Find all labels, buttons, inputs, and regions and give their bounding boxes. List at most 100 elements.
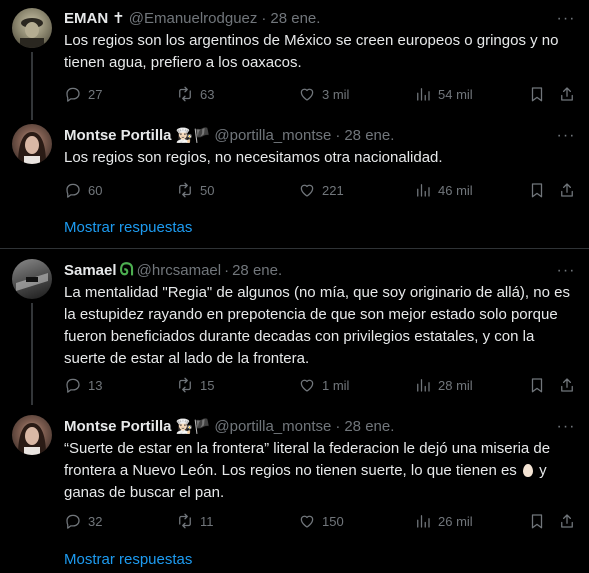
share-icon <box>561 378 573 392</box>
tweet-header: Samael ᘏ @hrcsamael · 28 ene. <box>64 260 282 280</box>
handle[interactable]: @portilla_montse <box>214 127 331 144</box>
bookmark-button[interactable] <box>528 375 546 395</box>
display-name[interactable]: Montse Portilla <box>64 127 172 144</box>
cross-badge: ✝ <box>112 10 125 27</box>
avatar[interactable] <box>12 124 52 164</box>
bookmark-icon <box>531 378 543 393</box>
thread-line <box>31 303 33 405</box>
share-button[interactable] <box>558 84 576 104</box>
profile-emoji-badge: 👩🏻‍🍳🏴 <box>175 126 211 143</box>
show-replies-link-2[interactable]: Mostrar respuestas <box>64 551 192 568</box>
handle[interactable]: @hrcsamael <box>137 262 221 279</box>
bookmark-icon <box>531 514 543 529</box>
views-button[interactable]: 26 mil <box>414 511 473 531</box>
retweet-count: 15 <box>200 377 215 393</box>
reply-count: 60 <box>88 182 103 198</box>
views-chart-icon <box>417 184 430 197</box>
tweet-text: Los regios son los argentinos de México … <box>64 32 559 71</box>
show-replies-link-1[interactable]: Mostrar respuestas <box>64 219 192 236</box>
action-bar: 13 15 1 mil 28 mil <box>64 375 576 395</box>
separator-dot: · <box>335 417 341 435</box>
heart-icon <box>300 515 314 528</box>
timestamp[interactable]: 28 ene. <box>232 262 282 279</box>
view-count: 54 mil <box>438 86 473 102</box>
like-count: 221 <box>322 182 344 198</box>
retweet-button[interactable]: 11 <box>176 511 214 531</box>
reply-count: 32 <box>88 513 103 529</box>
retweet-button[interactable]: 63 <box>176 84 214 104</box>
reply-icon <box>66 378 80 393</box>
more-options-icon[interactable]: ··· <box>555 126 577 146</box>
retweet-button[interactable]: 15 <box>176 375 214 395</box>
green-snake-badge: ᘏ <box>119 260 134 279</box>
views-chart-icon <box>417 379 430 392</box>
reply-icon <box>66 514 80 529</box>
retweet-button[interactable]: 50 <box>176 180 214 200</box>
like-button[interactable]: 221 <box>298 180 344 200</box>
retweet-count: 11 <box>200 513 214 529</box>
retweet-icon <box>179 513 191 529</box>
like-button[interactable]: 1 mil <box>298 375 349 395</box>
heart-icon <box>300 379 314 392</box>
share-icon <box>561 514 573 528</box>
views-chart-icon <box>417 515 430 528</box>
tweet-text-before: “Suerte de estar en la frontera” literal… <box>64 440 551 479</box>
reply-button[interactable]: 13 <box>64 375 102 395</box>
reply-count: 27 <box>88 86 103 102</box>
tweet-text: “Suerte de estar en la frontera” literal… <box>64 438 576 504</box>
views-button[interactable]: 54 mil <box>414 84 473 104</box>
like-count: 1 mil <box>322 377 350 393</box>
view-count: 46 mil <box>438 182 473 198</box>
view-count: 28 mil <box>438 377 473 393</box>
bookmark-button[interactable] <box>528 84 546 104</box>
display-name[interactable]: Samael <box>64 262 117 279</box>
avatar[interactable] <box>12 415 52 455</box>
share-button[interactable] <box>558 375 576 395</box>
timestamp[interactable]: 28 ene. <box>344 127 394 144</box>
handle[interactable]: @Emanuelrodguez <box>129 10 258 27</box>
reply-icon <box>66 183 80 198</box>
reply-button[interactable]: 60 <box>64 180 102 200</box>
retweet-count: 63 <box>200 86 215 102</box>
heart-icon <box>300 88 314 101</box>
profile-emoji-badge: 👩🏻‍🍳🏴 <box>175 417 211 434</box>
tweet-text: Los regios son regios, no necesitamos ot… <box>64 149 443 166</box>
tweet-2[interactable]: Montse Portilla 👩🏻‍🍳🏴 @portilla_montse ·… <box>0 120 589 208</box>
reply-icon <box>66 87 80 102</box>
avatar[interactable] <box>12 259 52 299</box>
like-button[interactable]: 3 mil <box>298 84 349 104</box>
display-name[interactable]: Montse Portilla <box>64 418 172 435</box>
tweet-header: Montse Portilla 👩🏻‍🍳🏴 @portilla_montse ·… <box>64 125 394 145</box>
display-name[interactable]: EMAN <box>64 10 108 27</box>
separator-dot: · <box>261 9 267 27</box>
handle[interactable]: @portilla_montse <box>214 418 331 435</box>
avatar[interactable] <box>12 8 52 48</box>
share-button[interactable] <box>558 180 576 200</box>
like-count: 150 <box>322 513 344 529</box>
like-count: 3 mil <box>322 86 350 102</box>
heart-icon <box>300 184 314 197</box>
share-button[interactable] <box>558 511 576 531</box>
share-icon <box>561 87 573 101</box>
more-options-icon[interactable]: ··· <box>555 417 577 437</box>
views-button[interactable]: 46 mil <box>414 180 473 200</box>
like-button[interactable]: 150 <box>298 511 344 531</box>
action-bar: 60 50 221 46 mil <box>64 180 576 200</box>
tweet-4[interactable]: Montse Portilla 👩🏻‍🍳🏴 @portilla_montse ·… <box>0 405 589 537</box>
more-options-icon[interactable]: ··· <box>555 261 577 281</box>
timestamp[interactable]: 28 ene. <box>270 10 320 27</box>
more-options-icon[interactable]: ··· <box>555 9 577 29</box>
action-bar: 27 63 3 mil 54 mil <box>64 84 576 104</box>
separator-dot: · <box>335 126 341 144</box>
bookmark-button[interactable] <box>528 180 546 200</box>
views-button[interactable]: 28 mil <box>414 375 473 395</box>
bookmark-icon <box>531 87 543 102</box>
tweet-text: La mentalidad "Regia" de algunos (no mía… <box>64 284 570 367</box>
views-chart-icon <box>417 88 430 101</box>
tweet-3[interactable]: Samael ᘏ @hrcsamael · 28 ene. ··· La men… <box>0 249 589 405</box>
bookmark-button[interactable] <box>528 511 546 531</box>
reply-button[interactable]: 27 <box>64 84 102 104</box>
timestamp[interactable]: 28 ene. <box>344 418 394 435</box>
tweet-1[interactable]: EMAN ✝ @Emanuelrodguez · 28 ene. ··· Los… <box>0 0 589 120</box>
reply-button[interactable]: 32 <box>64 511 102 531</box>
